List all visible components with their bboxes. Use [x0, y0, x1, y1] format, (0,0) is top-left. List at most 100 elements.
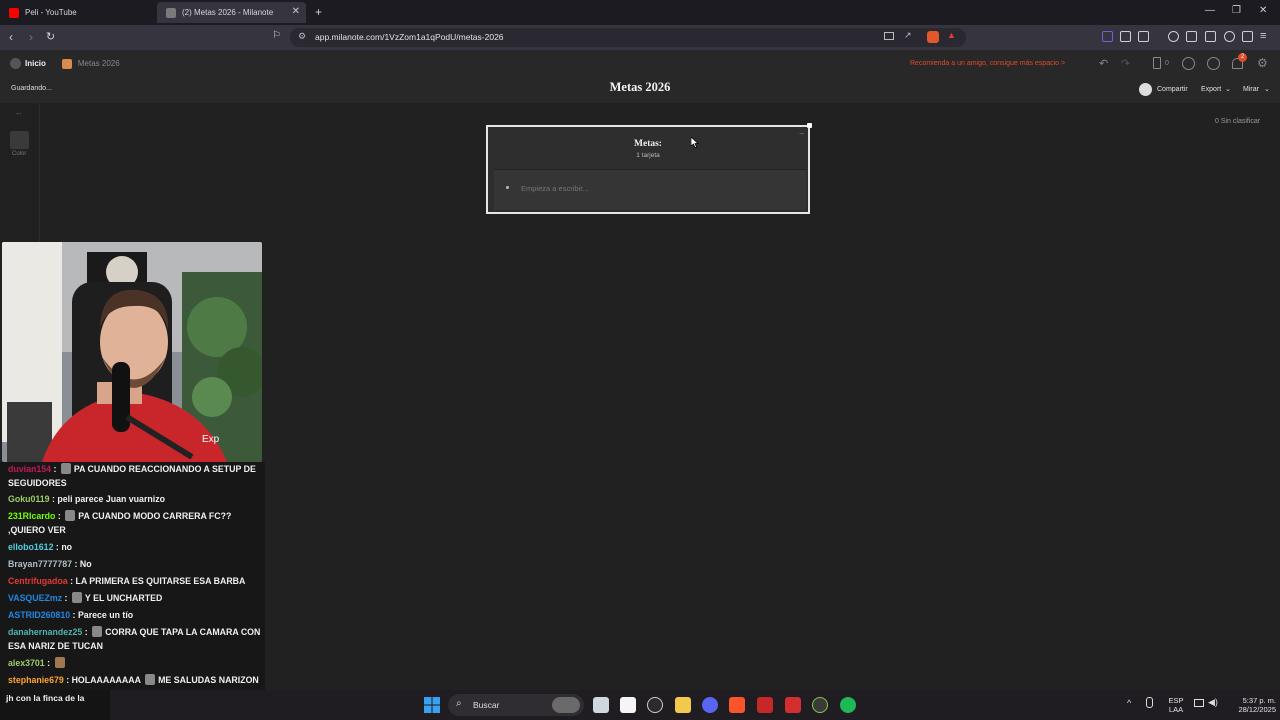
tab-youtube[interactable]: Peli - YouTube [0, 2, 155, 23]
tray-chevron-icon[interactable]: ^ [1127, 698, 1131, 708]
windows-start-icon[interactable] [424, 697, 440, 713]
board-icon [61, 58, 72, 69]
forward-icon[interactable]: › [29, 30, 33, 44]
music-icon[interactable] [1168, 31, 1179, 42]
microphone-icon[interactable] [1146, 697, 1153, 708]
site-info-icon[interactable]: ⚙ [298, 31, 306, 42]
chevron-down-icon: ⌄ [1264, 86, 1270, 93]
color-label: Color [12, 151, 27, 157]
close-tab-icon[interactable]: ✕ [292, 6, 300, 17]
export-button[interactable]: Export [1201, 86, 1221, 93]
search-label: Buscar [473, 700, 500, 710]
spotify-icon[interactable] [840, 697, 856, 713]
obs-icon[interactable] [647, 697, 663, 713]
tab-title: Peli - YouTube [25, 8, 77, 17]
settings-gear-icon[interactable]: ⚙ [1257, 56, 1268, 70]
sidebar-icon[interactable] [1186, 31, 1197, 42]
chat-message: stephanie679 : HOLAAAAAAAA ME SALUDAS NA… [8, 674, 259, 685]
brave-browser-icon[interactable] [729, 697, 745, 713]
wallet-icon[interactable] [1205, 31, 1216, 42]
back-icon[interactable]: ‹ [9, 30, 13, 44]
extension-icon[interactable] [1138, 31, 1149, 42]
undo-icon[interactable]: ↶ [1099, 57, 1108, 70]
chat-username: duvian154 [8, 464, 52, 474]
chat-message: Centrifugadoa : LA PRIMERA ES QUITARSE E… [8, 576, 246, 586]
breadcrumb-board[interactable]: Metas 2026 [78, 59, 120, 68]
share-button[interactable]: Compartir [1157, 86, 1188, 93]
chat-username: Goku0119 [8, 494, 50, 504]
collapse-icon[interactable]: – [800, 129, 804, 138]
brave-shields-icon[interactable] [927, 31, 939, 43]
chat-text: Y EL UNCHARTED [84, 593, 163, 603]
app-icon[interactable] [757, 697, 773, 713]
column-count: 1 tarjeta [636, 152, 660, 159]
help-icon[interactable] [1182, 57, 1195, 70]
bullet-icon [506, 186, 509, 189]
column-card[interactable]: – Metas: 1 tarjeta Empieza a escribir... [486, 123, 812, 214]
chat-ticker: jh con la finca de la [0, 690, 110, 720]
referral-link[interactable]: Recomienda a un amigo, consigue más espa… [910, 60, 1065, 67]
volume-icon[interactable]: ◀) [1208, 697, 1218, 708]
redo-icon[interactable]: ↷ [1121, 57, 1130, 70]
close-window-icon[interactable]: ✕ [1259, 5, 1267, 16]
chat-text: LA PRIMERA ES QUITARSE ESA BARBA [75, 576, 246, 586]
avatar[interactable] [1139, 83, 1152, 96]
brave-rewards-icon[interactable]: ▲ [947, 30, 956, 40]
extension-icon[interactable] [1102, 31, 1113, 42]
chat-username: danahernandez25 [8, 627, 83, 637]
address-bar[interactable]: ⚙ app.milanote.com/1VzZom1a1qPodU/metas-… [290, 28, 966, 47]
new-tab-button[interactable]: + [315, 5, 322, 19]
share-icon[interactable]: ↗ [904, 30, 912, 41]
reload-icon[interactable]: ↻ [46, 30, 55, 43]
minimize-icon[interactable]: — [1205, 5, 1215, 16]
webcam-image: Exp [2, 242, 262, 462]
app-icon[interactable] [812, 697, 828, 713]
resize-handle[interactable] [807, 123, 812, 128]
chat-message: ellobo1612 : no [8, 542, 73, 552]
note-placeholder[interactable]: Empieza a escribir... [521, 184, 589, 193]
task-view-icon[interactable] [593, 697, 609, 713]
app-x-icon[interactable] [785, 697, 801, 713]
display-icon[interactable] [1194, 699, 1204, 707]
search-icon[interactable] [1207, 57, 1220, 70]
note-card[interactable]: Empieza a escribir... [494, 169, 806, 210]
breadcrumb-home[interactable]: Inicio [25, 59, 46, 68]
discord-icon[interactable] [702, 697, 718, 713]
home-icon [10, 58, 21, 69]
chat-username: 231RIcardo [8, 511, 56, 521]
page-title[interactable]: Metas 2026 [0, 80, 1280, 95]
file-explorer-icon[interactable] [675, 697, 691, 713]
view-button[interactable]: Mirar [1243, 86, 1259, 93]
color-swatch[interactable] [10, 131, 29, 149]
search-highlight-icon [552, 697, 580, 713]
bookmark-icon[interactable]: ⚐ [272, 30, 281, 41]
chat-username: VASQUEZmz [8, 593, 63, 603]
card-counter: 0 [1165, 60, 1169, 67]
cast-icon[interactable] [884, 32, 894, 40]
tab-milanote[interactable]: (2) Metas 2026 - Milanote ✕ [157, 2, 306, 23]
emote-icon [145, 674, 156, 685]
notion-icon[interactable] [620, 697, 636, 713]
emote-icon [60, 463, 71, 474]
svg-text:Exp: Exp [202, 434, 220, 445]
column-title[interactable]: Metas: [488, 139, 808, 149]
webcam-overlay: Exp [2, 242, 262, 462]
clock[interactable]: 5:37 p. m. 28/12/2025 [1222, 696, 1276, 714]
notification-badge: 2 [1238, 53, 1247, 62]
chat-username: ASTRID260810 [8, 610, 71, 620]
chat-text: HOLAAAAAAAA [71, 675, 141, 685]
leo-ai-icon[interactable] [1224, 31, 1235, 42]
puzzle-icon[interactable] [1120, 31, 1131, 42]
taskbar-search[interactable]: ⌕ Buscar [448, 694, 584, 716]
unsorted-button[interactable]: 0 Sin clasificar [1215, 118, 1260, 125]
language-indicator[interactable]: ESP LAA [1164, 696, 1188, 714]
maximize-icon[interactable]: ❐ [1232, 5, 1241, 16]
breadcrumb: Inicio Metas 2026 [10, 58, 120, 69]
clock-date: 28/12/2025 [1238, 705, 1276, 714]
collapse-arrow-icon[interactable]: ← [15, 108, 23, 117]
card-counter-icon[interactable] [1153, 57, 1161, 69]
emote-icon [71, 592, 82, 603]
chat-message: duvian154 : PA CUANDO REACCIONANDO A SET… [8, 463, 256, 488]
vpn-icon[interactable] [1242, 31, 1253, 42]
menu-icon[interactable]: ≡ [1260, 30, 1266, 42]
